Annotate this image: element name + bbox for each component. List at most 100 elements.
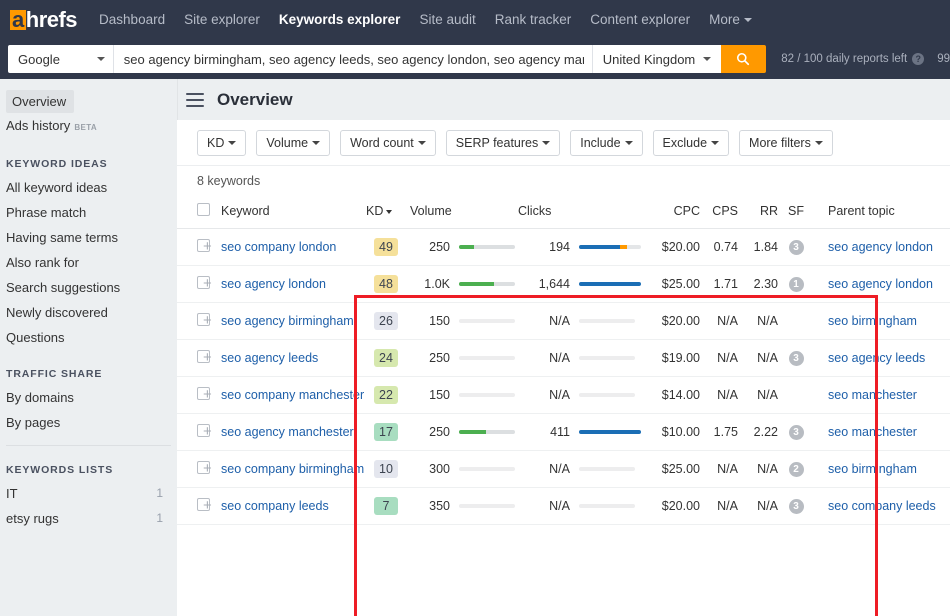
sidebar-item-having-same-terms[interactable]: Having same terms bbox=[0, 225, 177, 250]
cell-parent-topic[interactable]: seo agency london bbox=[814, 265, 950, 303]
table-row[interactable]: + seo agency manchester 17 250 411 $10.00 1.75… bbox=[177, 413, 950, 451]
row-add-cell[interactable]: + bbox=[203, 228, 221, 266]
column-header-clicks[interactable]: Clicks bbox=[514, 196, 570, 229]
ahrefs-logo[interactable]: a hrefs bbox=[10, 7, 78, 33]
cell-parent-topic[interactable]: seo company leeds bbox=[814, 487, 950, 525]
info-icon[interactable]: ? bbox=[912, 53, 925, 65]
sidebar-item-by-domains[interactable]: By domains bbox=[0, 385, 177, 410]
sidebar-item-also-rank-for[interactable]: Also rank for bbox=[0, 250, 177, 275]
cell-keyword[interactable]: seo company manchester bbox=[221, 376, 366, 414]
keywords-input[interactable] bbox=[113, 45, 592, 73]
column-header-keyword[interactable]: Keyword bbox=[221, 196, 366, 229]
column-header-cpc[interactable]: CPC bbox=[638, 196, 700, 229]
cell-parent-topic[interactable]: seo agency london bbox=[814, 228, 950, 266]
filter-serp-features[interactable]: SERP features bbox=[445, 129, 561, 156]
cell-parent-topic[interactable]: seo manchester bbox=[814, 376, 950, 414]
column-header-volume[interactable]: Volume bbox=[406, 196, 452, 229]
plus-icon[interactable]: + bbox=[203, 313, 212, 328]
parent-topic-link[interactable]: seo agency leeds bbox=[828, 351, 925, 365]
cell-keyword[interactable]: seo agency london bbox=[221, 265, 366, 303]
parent-topic-link[interactable]: seo birmingham bbox=[828, 462, 917, 476]
keyword-link[interactable]: seo agency birmingham bbox=[221, 313, 354, 329]
cell-keyword[interactable]: seo company birmingham bbox=[221, 450, 366, 488]
cell-keyword[interactable]: seo agency manchester bbox=[221, 413, 366, 451]
cell-keyword[interactable]: seo company leeds bbox=[221, 487, 366, 525]
table-row[interactable]: + seo agency leeds 24 250 N/A $19.00 N/A N/A 3 se… bbox=[177, 339, 950, 377]
plus-icon[interactable]: + bbox=[203, 276, 212, 291]
row-add-cell[interactable]: + bbox=[203, 487, 221, 525]
nav-item-dashboard[interactable]: Dashboard bbox=[99, 12, 165, 27]
keyword-link[interactable]: seo company leeds bbox=[221, 498, 329, 514]
cell-keyword[interactable]: seo agency birmingham bbox=[221, 302, 366, 340]
row-select-cell[interactable] bbox=[177, 228, 210, 266]
search-engine-select[interactable]: Google bbox=[8, 45, 114, 73]
parent-topic-link[interactable]: seo company leeds bbox=[828, 499, 936, 513]
column-header-rr[interactable]: RR bbox=[738, 196, 778, 229]
sidebar-item-all-keyword-ideas[interactable]: All keyword ideas bbox=[0, 175, 177, 200]
nav-item-site-audit[interactable]: Site audit bbox=[419, 12, 475, 27]
filter-more-filters[interactable]: More filters bbox=[739, 129, 833, 156]
parent-topic-link[interactable]: seo agency london bbox=[828, 240, 933, 254]
keyword-link[interactable]: seo agency manchester bbox=[221, 424, 354, 440]
sidebar-item-newly-discovered[interactable]: Newly discovered bbox=[0, 300, 177, 325]
cell-parent-topic[interactable]: seo birmingham bbox=[814, 450, 950, 488]
filter-volume[interactable]: Volume bbox=[256, 129, 331, 156]
plus-icon[interactable]: + bbox=[203, 387, 212, 402]
row-select-cell[interactable] bbox=[177, 413, 210, 451]
table-row[interactable]: + seo company leeds 7 350 N/A $20.00 N/A N/A 3 se… bbox=[177, 487, 950, 525]
plus-icon[interactable]: + bbox=[203, 350, 212, 365]
nav-item-content-explorer[interactable]: Content explorer bbox=[590, 12, 690, 27]
table-row[interactable]: + seo agency birmingham 26 150 N/A $20.00 N/A N… bbox=[177, 302, 950, 340]
sidebar-item-search-suggestions[interactable]: Search suggestions bbox=[0, 275, 177, 300]
filter-kd[interactable]: KD bbox=[197, 129, 247, 156]
row-select-cell[interactable] bbox=[177, 339, 210, 377]
sidebar-item-overview[interactable]: Overview bbox=[6, 90, 75, 113]
keyword-link[interactable]: seo agency london bbox=[221, 276, 326, 292]
row-add-cell[interactable]: + bbox=[203, 339, 221, 377]
hamburger-icon[interactable] bbox=[186, 92, 204, 107]
cell-parent-topic[interactable]: seo agency leeds bbox=[814, 339, 950, 377]
row-add-cell[interactable]: + bbox=[203, 376, 221, 414]
column-header-cps[interactable]: CPS bbox=[700, 196, 738, 229]
nav-item-keywords-explorer[interactable]: Keywords explorer bbox=[279, 12, 401, 27]
row-select-cell[interactable] bbox=[177, 376, 210, 414]
row-add-cell[interactable]: + bbox=[203, 302, 221, 340]
row-add-cell[interactable]: + bbox=[203, 265, 221, 303]
parent-topic-link[interactable]: seo birmingham bbox=[828, 314, 917, 328]
row-add-cell[interactable]: + bbox=[203, 413, 221, 451]
row-select-cell[interactable] bbox=[177, 302, 210, 340]
search-button[interactable] bbox=[720, 45, 767, 73]
country-select[interactable]: United Kingdom bbox=[591, 45, 721, 73]
filter-exclude[interactable]: Exclude bbox=[652, 129, 730, 156]
table-row[interactable]: + seo company london 49 250 194 $20.00 0.74 1.8… bbox=[177, 228, 950, 266]
row-select-cell[interactable] bbox=[177, 450, 210, 488]
table-row[interactable]: + seo company manchester 22 150 N/A $14.00 N/A… bbox=[177, 376, 950, 414]
column-header-parent-topic[interactable]: Parent topic bbox=[814, 196, 950, 229]
row-select-cell[interactable] bbox=[177, 487, 210, 525]
nav-item-site-explorer[interactable]: Site explorer bbox=[184, 12, 260, 27]
sidebar-item-list-it[interactable]: IT 1 bbox=[0, 481, 177, 506]
sidebar-item-phrase-match[interactable]: Phrase match bbox=[0, 200, 177, 225]
plus-icon[interactable]: + bbox=[203, 498, 212, 513]
cell-keyword[interactable]: seo agency leeds bbox=[221, 339, 366, 377]
keyword-link[interactable]: seo company london bbox=[221, 239, 336, 255]
row-add-cell[interactable]: + bbox=[203, 450, 221, 488]
nav-item-more[interactable]: More bbox=[709, 12, 752, 27]
plus-icon[interactable]: + bbox=[203, 239, 212, 254]
column-header-kd[interactable]: KD bbox=[366, 196, 406, 229]
cell-parent-topic[interactable]: seo birmingham bbox=[814, 302, 950, 340]
keyword-link[interactable]: seo agency leeds bbox=[221, 350, 318, 366]
table-row[interactable]: + seo company birmingham 10 300 N/A $25.00 N/A… bbox=[177, 450, 950, 488]
nav-item-rank-tracker[interactable]: Rank tracker bbox=[495, 12, 572, 27]
keyword-link[interactable]: seo company birmingham bbox=[221, 461, 364, 477]
select-all-checkbox[interactable] bbox=[197, 203, 210, 216]
parent-topic-link[interactable]: seo agency london bbox=[828, 277, 933, 291]
sidebar-item-list-etsy-rugs[interactable]: etsy rugs 1 bbox=[0, 506, 177, 531]
keyword-link[interactable]: seo company manchester bbox=[221, 387, 364, 403]
row-select-cell[interactable] bbox=[177, 265, 210, 303]
parent-topic-link[interactable]: seo manchester bbox=[828, 388, 917, 402]
cell-parent-topic[interactable]: seo manchester bbox=[814, 413, 950, 451]
sidebar-item-by-pages[interactable]: By pages bbox=[0, 410, 177, 435]
parent-topic-link[interactable]: seo manchester bbox=[828, 425, 917, 439]
column-select-all[interactable] bbox=[177, 196, 210, 229]
